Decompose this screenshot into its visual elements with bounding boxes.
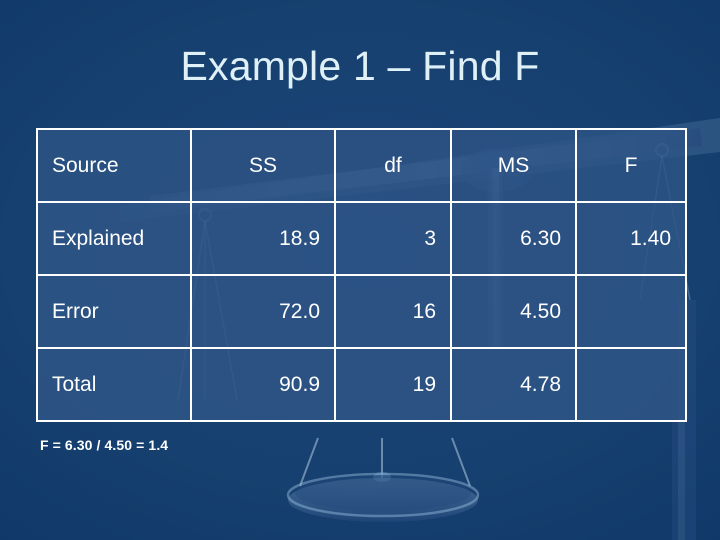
table-header-row: Source SS df MS F [36,128,687,203]
column-header-ms: MS [450,128,577,203]
cell-ss-explained: 18.9 [190,201,336,276]
cell-df-total: 19 [334,347,452,422]
page-title: Example 1 – Find F [180,43,540,89]
table-row: Error 72.0 16 4.50 [36,274,687,349]
cell-ms-error: 4.50 [450,274,577,349]
slide-canvas: Example 1 – Find F Source SS df MS F Exp… [0,0,720,540]
cell-source-error: Error [36,274,192,349]
cell-f-total [575,347,687,422]
cell-source-total: Total [36,347,192,422]
anova-table: Source SS df MS F Explained 18.9 3 6.30 … [36,128,687,422]
table-row: Total 90.9 19 4.78 [36,347,687,422]
cell-f-error [575,274,687,349]
cell-f-explained: 1.40 [575,201,687,276]
column-header-f: F [575,128,687,203]
cell-ms-explained: 6.30 [450,201,577,276]
cell-ss-error: 72.0 [190,274,336,349]
formula-note: F = 6.30 / 4.50 = 1.4 [40,437,169,453]
cell-ms-total: 4.78 [450,347,577,422]
column-header-source: Source [36,128,192,203]
cell-df-error: 16 [334,274,452,349]
cell-df-explained: 3 [334,201,452,276]
column-header-df: df [334,128,452,203]
cell-ss-total: 90.9 [190,347,336,422]
column-header-ss: SS [190,128,336,203]
table-row: Explained 18.9 3 6.30 1.40 [36,201,687,276]
cell-source-explained: Explained [36,201,192,276]
